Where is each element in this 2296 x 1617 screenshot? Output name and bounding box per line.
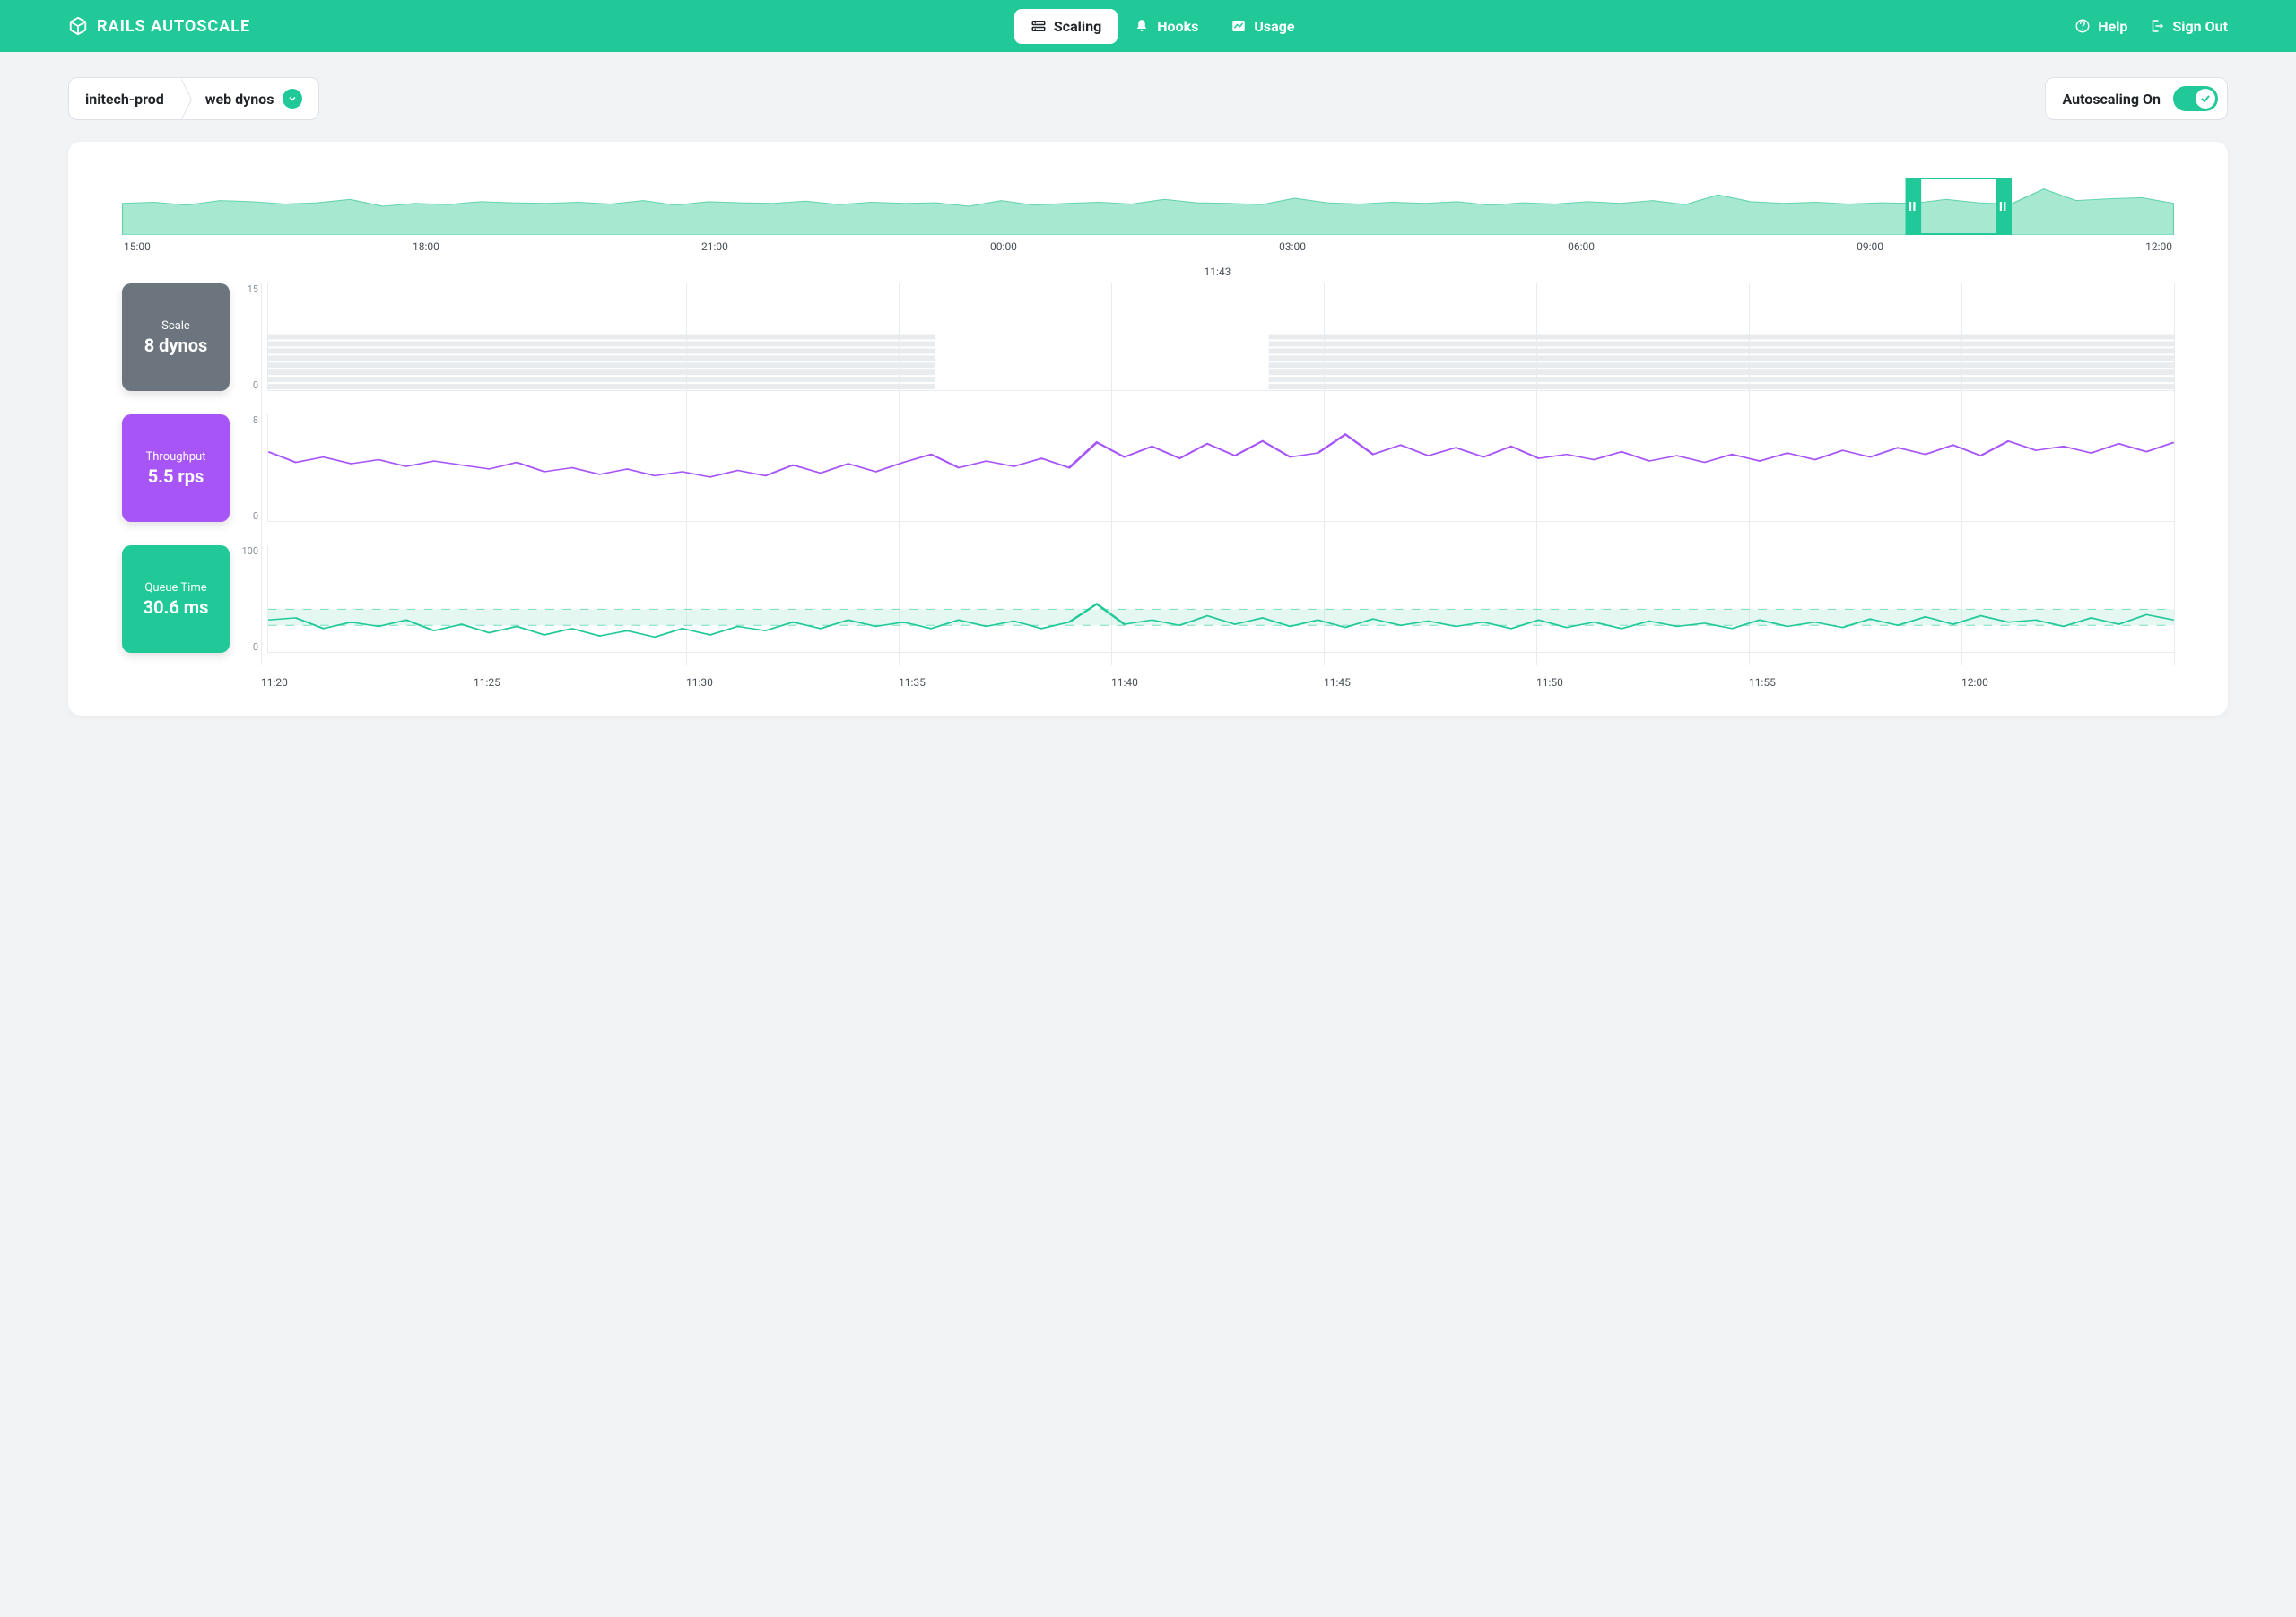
chart-icon [1231,18,1247,34]
chevron-down-icon [283,89,302,109]
yaxis-queue: 1000 [239,545,258,653]
breadcrumb-process[interactable]: web dynos [180,78,319,119]
charts-xaxis: 11:2011:2511:3011:3511:4011:4511:5011:55… [122,676,2174,689]
brand-text: RAILS AUTOSCALE [97,17,250,36]
chart-row-throughput: Throughput 5.5 rps 80 [122,414,2174,522]
help-icon [2074,18,2091,34]
tab-hooks[interactable]: Hooks [1118,9,1214,44]
overview-xaxis: 15:0018:0021:0000:0003:0006:0009:0012:00 [122,240,2174,253]
tab-scaling[interactable]: Scaling [1014,9,1118,44]
yaxis-throughput: 80 [239,414,258,522]
check-icon [2200,93,2211,104]
cursor-time-label: 11:43 [122,265,2174,278]
chart-row-scale: Scale 8 dynos 150 [122,283,2174,391]
help-link[interactable]: Help [2074,18,2127,35]
autoscale-control: Autoscaling On [2045,77,2228,120]
bell-icon [1134,18,1150,34]
breadcrumb: initech-prod web dynos [68,77,319,120]
plot-queue[interactable] [267,545,2174,653]
tab-usage[interactable]: Usage [1214,9,1310,44]
nav-right: Help Sign Out [2074,18,2228,35]
breadcrumb-app[interactable]: initech-prod [69,78,180,119]
plot-throughput[interactable] [267,414,2174,522]
card-queue[interactable]: Queue Time 30.6 ms [122,545,230,653]
dashboard-panel: 15:0018:0021:0000:0003:0006:0009:0012:00… [68,142,2228,716]
signout-link[interactable]: Sign Out [2149,18,2228,35]
nav-tabs: Scaling Hooks Usage [1014,9,1311,44]
card-throughput[interactable]: Throughput 5.5 rps [122,414,230,522]
charts-area: Scale 8 dynos 150 Throughput 5.5 rps 80 [122,283,2174,689]
autoscale-toggle[interactable] [2173,86,2218,111]
signout-icon [2149,18,2165,34]
toggle-knob [2196,89,2215,109]
header: RAILS AUTOSCALE Scaling Hooks Usage Help… [0,0,2296,52]
plot-scale[interactable] [267,283,2174,391]
overview-chart[interactable]: 15:0018:0021:0000:0003:0006:0009:0012:00 [122,178,2174,253]
brand-icon [68,16,88,36]
yaxis-scale: 150 [239,283,258,391]
autoscale-label: Autoscaling On [2062,91,2161,108]
card-scale[interactable]: Scale 8 dynos [122,283,230,391]
chart-row-queue: Queue Time 30.6 ms 1000 [122,545,2174,653]
brand-logo[interactable]: RAILS AUTOSCALE [68,16,250,36]
scaling-icon [1031,18,1047,34]
